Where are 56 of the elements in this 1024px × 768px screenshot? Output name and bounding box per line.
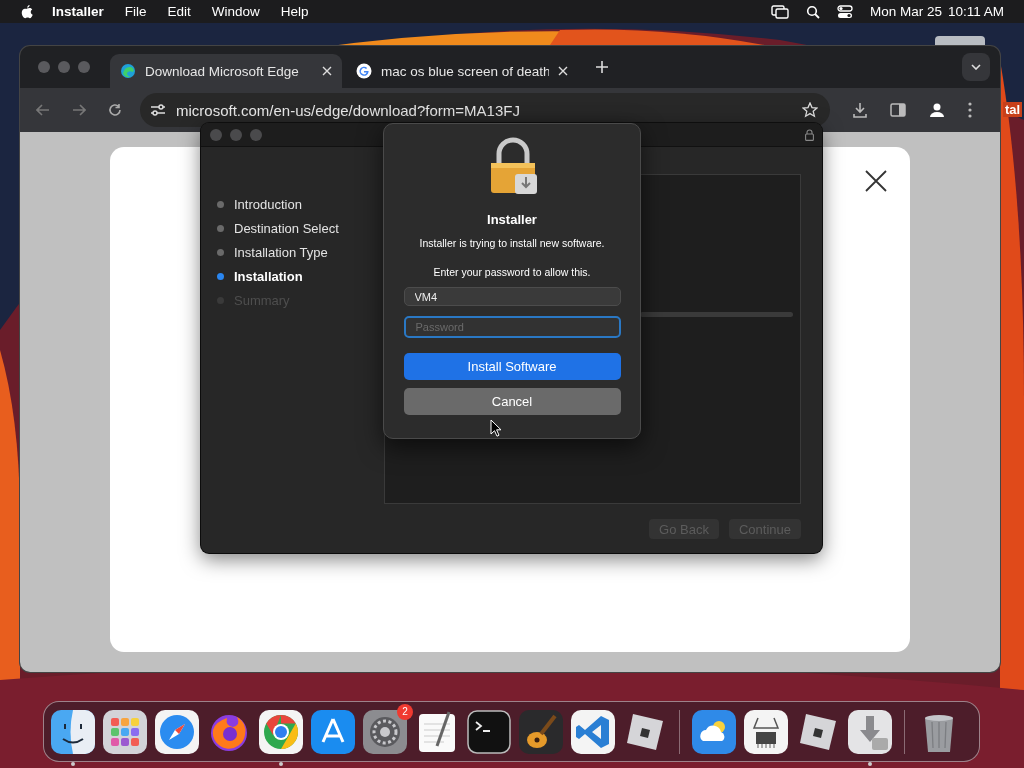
tab-search-button[interactable] [962,53,990,81]
menu-item[interactable]: Window [211,4,260,19]
side-panel-icon[interactable] [890,103,906,117]
bookmark-star-icon[interactable] [802,102,818,118]
installer-step: Destination Select [217,220,384,237]
gear-icon[interactable] [363,709,407,754]
close-tab-icon[interactable] [322,66,332,76]
search-icon[interactable] [805,4,820,19]
reload-icon[interactable] [108,103,122,117]
dialog-message: Installer is trying to install new software. [419,237,605,249]
download-icon[interactable] [852,102,868,118]
app-grid-icon[interactable] [103,709,147,754]
menu-bar-date[interactable]: Mon Mar 25 [869,4,942,19]
close-tab-icon[interactable] [558,66,568,76]
guitar-icon[interactable] [519,709,563,754]
dialog-button[interactable]: Install Software [403,353,621,380]
apple-icon[interactable] [20,3,34,20]
control-center-icon[interactable] [836,4,853,19]
chip-icon[interactable] [744,709,788,754]
forward-icon[interactable] [72,104,86,116]
password-field[interactable]: Password [403,316,621,338]
new-tab-icon[interactable] [596,61,608,73]
compass-icon[interactable] [155,709,199,754]
menu-item[interactable]: File [124,4,147,19]
browser-tab[interactable]: mac os blue screen of death [346,54,578,88]
wave-logo-icon [120,63,136,79]
site-settings-icon[interactable] [150,103,166,117]
download-box-icon[interactable] [848,709,892,754]
chevron-down-icon [971,64,981,70]
dialog-button[interactable]: Cancel [403,388,621,415]
dialog-title: Installer [487,212,537,227]
menu-item[interactable]: Edit [167,4,191,19]
menu-item[interactable]: Help [280,4,309,19]
dialog-prompt: Enter your password to allow this. [433,266,591,278]
menu-icon[interactable] [968,102,972,118]
installer-step: Installation Type [217,244,384,261]
cloud-icon[interactable] [692,709,736,754]
close-icon[interactable] [865,170,887,192]
mouse-pointer-icon [490,419,502,437]
back-icon[interactable] [36,104,50,116]
smiley-face-icon[interactable] [51,709,95,754]
lock-icon [805,128,814,141]
app-store-icon[interactable] [311,709,355,754]
window-text: tal [1003,102,1023,117]
username-field[interactable]: VM4 [403,287,621,306]
address-bar[interactable]: microsoft.com/en-us/edge/download?form=MA13FJ [140,93,830,127]
code-editor-icon[interactable] [571,709,615,754]
terminal-icon[interactable] [467,709,511,754]
app-menu[interactable]: Installer [52,4,104,19]
installer-step: Installation [217,268,384,285]
profile-icon[interactable] [928,101,946,119]
installer-step: Introduction [217,196,384,213]
browser-tab[interactable]: Download Microsoft Edge [110,54,342,88]
multicolor-g-icon [356,63,372,79]
screen-mirroring-icon[interactable] [770,4,789,19]
menu-bar-time[interactable]: 10:11 AM [947,4,1004,19]
